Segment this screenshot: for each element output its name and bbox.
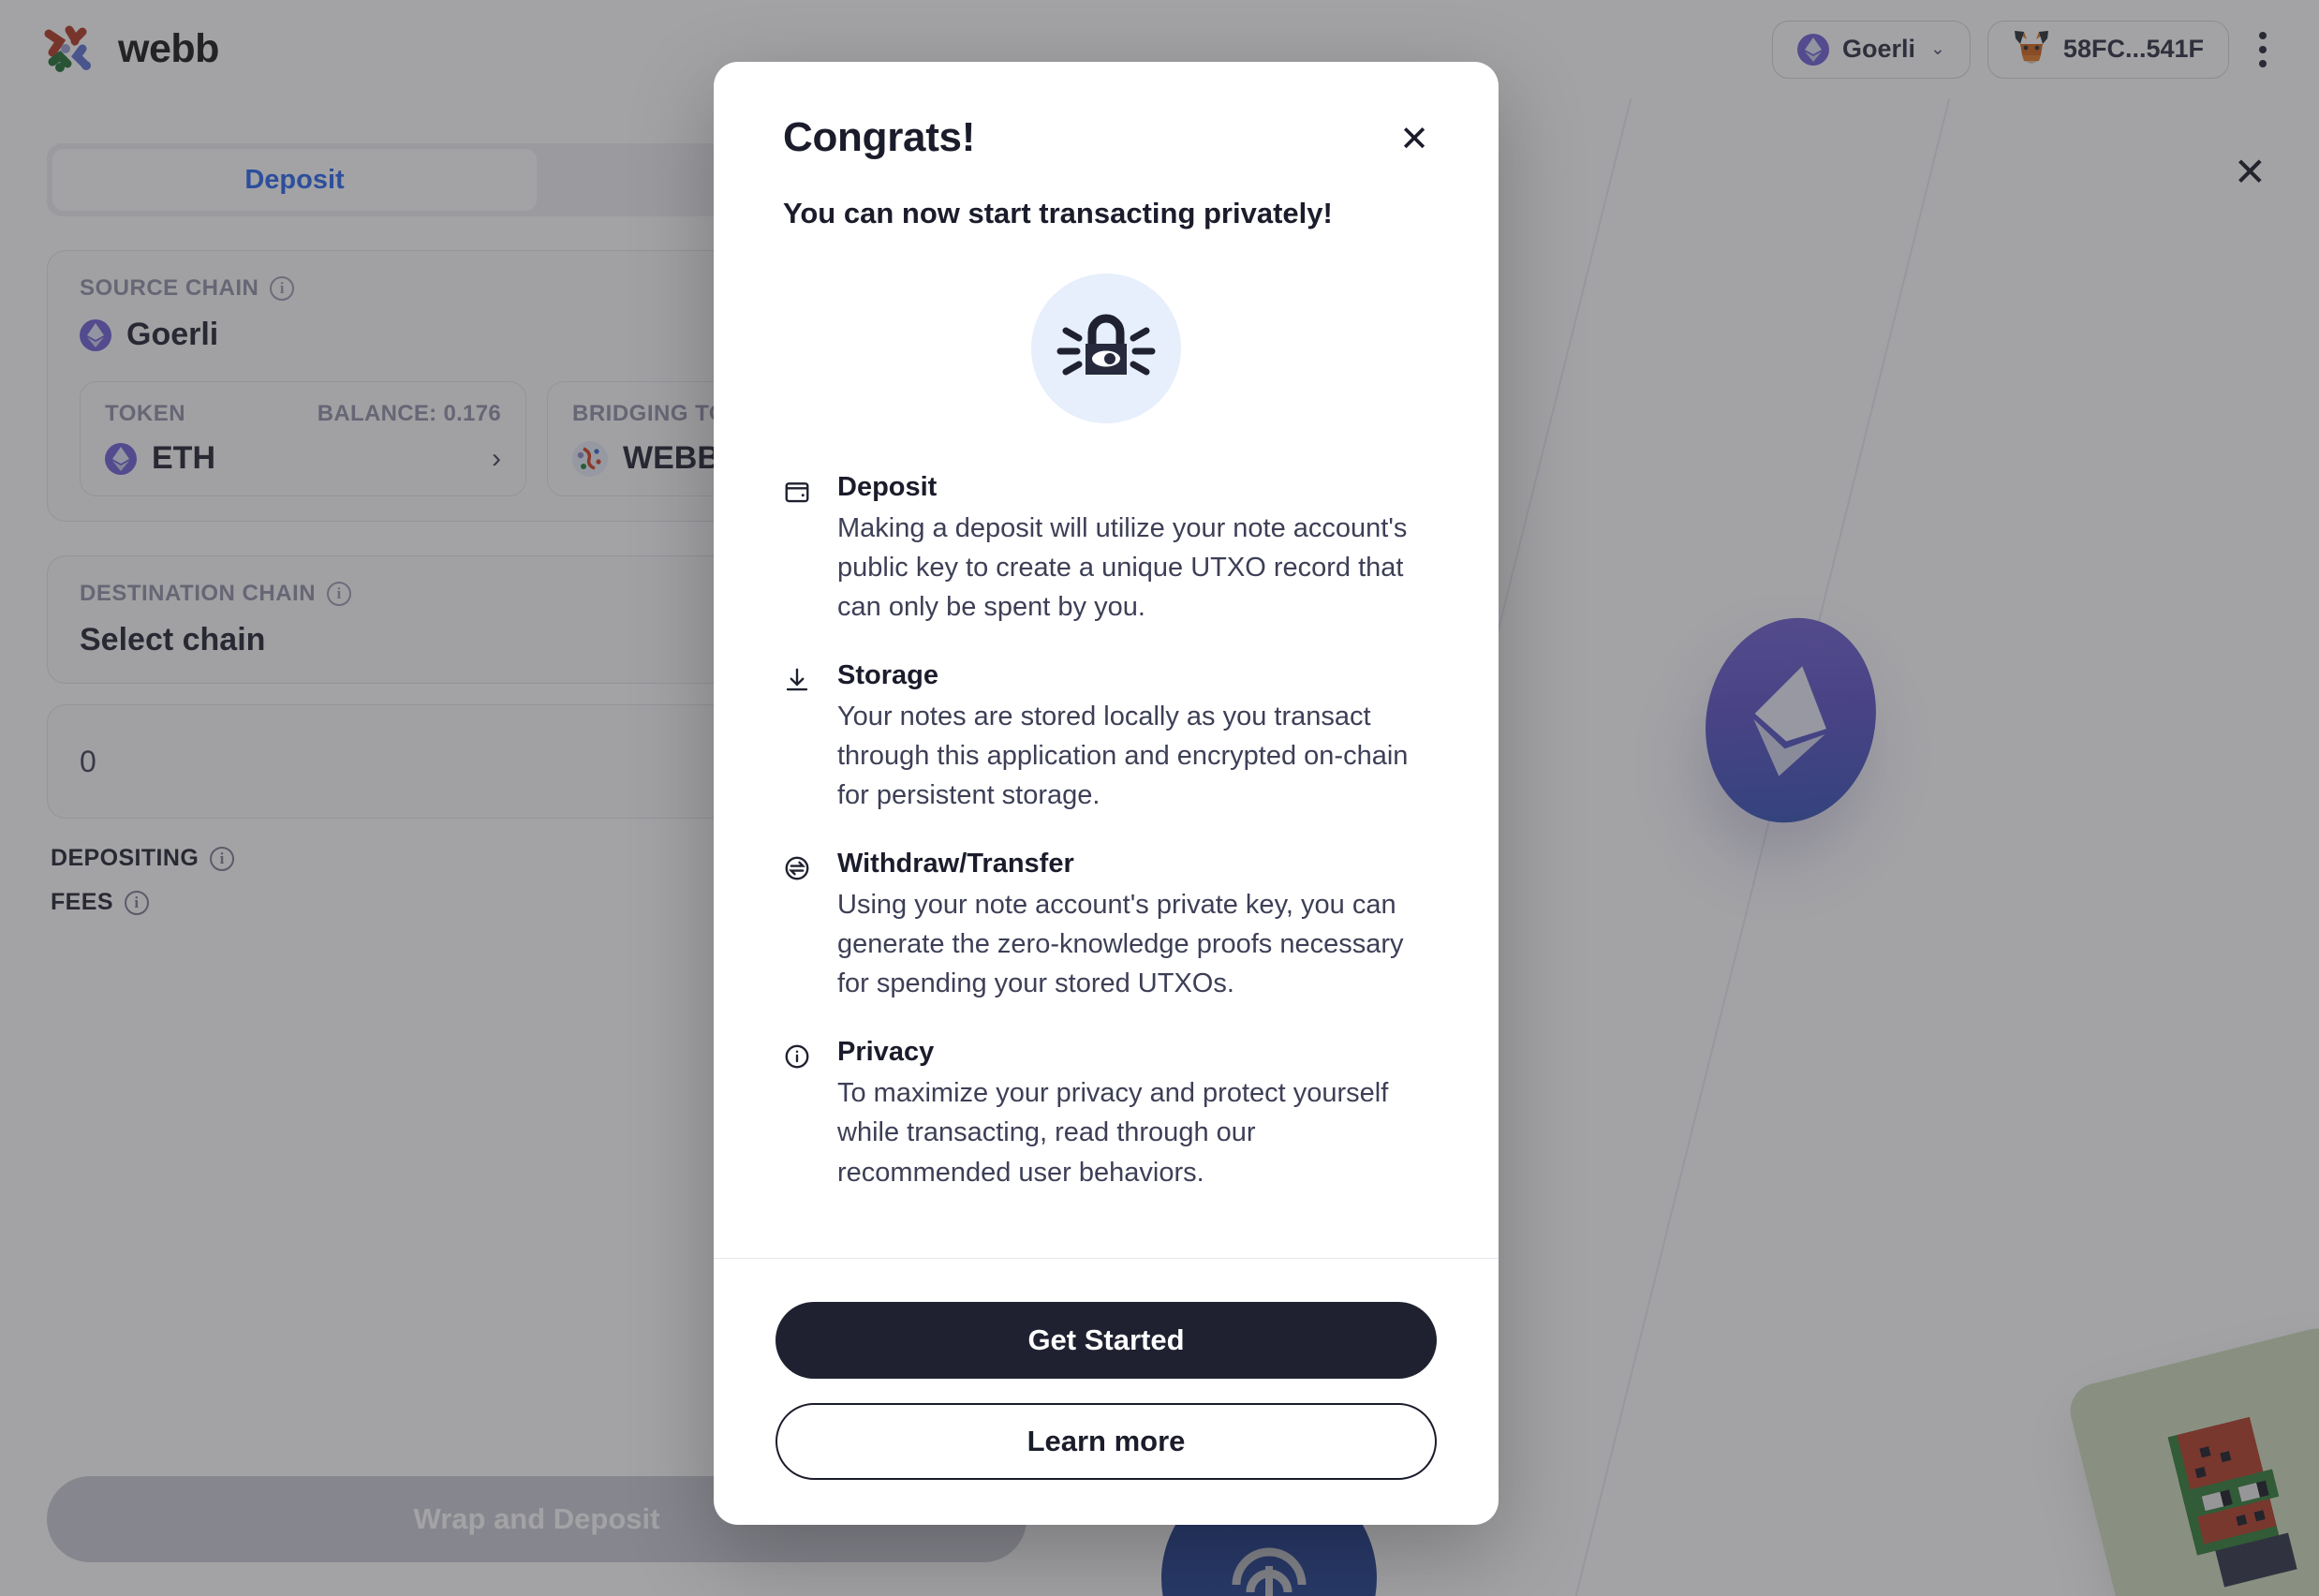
feature-text: Withdraw/Transfer Using your note accoun… (837, 849, 1429, 1003)
modal-footer: Get Started Learn more (714, 1258, 1499, 1525)
feature-text: Deposit Making a deposit will utilize yo… (837, 472, 1429, 627)
congrats-modal: Congrats! ✕ You can now start transactin… (714, 62, 1499, 1525)
feature-desc: Using your note account's private key, y… (837, 890, 1404, 999)
feature-title: Privacy (837, 1037, 935, 1068)
app-root: webb Goerli ⌄ 58FC...541F Deposit SOURCE… (0, 0, 2319, 1596)
feature-text: Privacy To maximize your privacy and pro… (837, 1037, 1429, 1191)
close-icon[interactable]: ✕ (1399, 122, 1429, 157)
feature-desc: To maximize your privacy and protect you… (837, 1078, 1389, 1188)
feature-desc: Making a deposit will utilize your note … (837, 513, 1408, 623)
feature-item: Withdraw/Transfer Using your note accoun… (783, 849, 1429, 1003)
learn-more-button[interactable]: Learn more (775, 1403, 1437, 1480)
modal-title: Congrats! (783, 114, 976, 160)
modal-body: Congrats! ✕ You can now start transactin… (714, 62, 1499, 1258)
get-started-button[interactable]: Get Started (775, 1302, 1437, 1379)
download-icon (783, 660, 815, 815)
exchange-circle-icon (783, 849, 815, 1003)
illustration-wrap (783, 273, 1429, 423)
feature-item: Deposit Making a deposit will utilize yo… (783, 472, 1429, 627)
info-circle-icon (783, 1037, 815, 1191)
feature-title: Deposit (837, 472, 938, 502)
feature-title: Storage (837, 660, 938, 691)
modal-header: Congrats! ✕ (783, 114, 1429, 161)
feature-title: Withdraw/Transfer (837, 849, 1074, 879)
wallet-icon (783, 472, 815, 627)
feature-item: Storage Your notes are stored locally as… (783, 660, 1429, 815)
feature-desc: Your notes are stored locally as you tra… (837, 702, 1409, 811)
feature-text: Storage Your notes are stored locally as… (837, 660, 1429, 815)
feature-item: Privacy To maximize your privacy and pro… (783, 1037, 1429, 1191)
modal-subtitle: You can now start transacting privately! (783, 197, 1333, 229)
feature-list: Deposit Making a deposit will utilize yo… (783, 472, 1429, 1192)
padlock-eye-icon (1031, 273, 1181, 423)
